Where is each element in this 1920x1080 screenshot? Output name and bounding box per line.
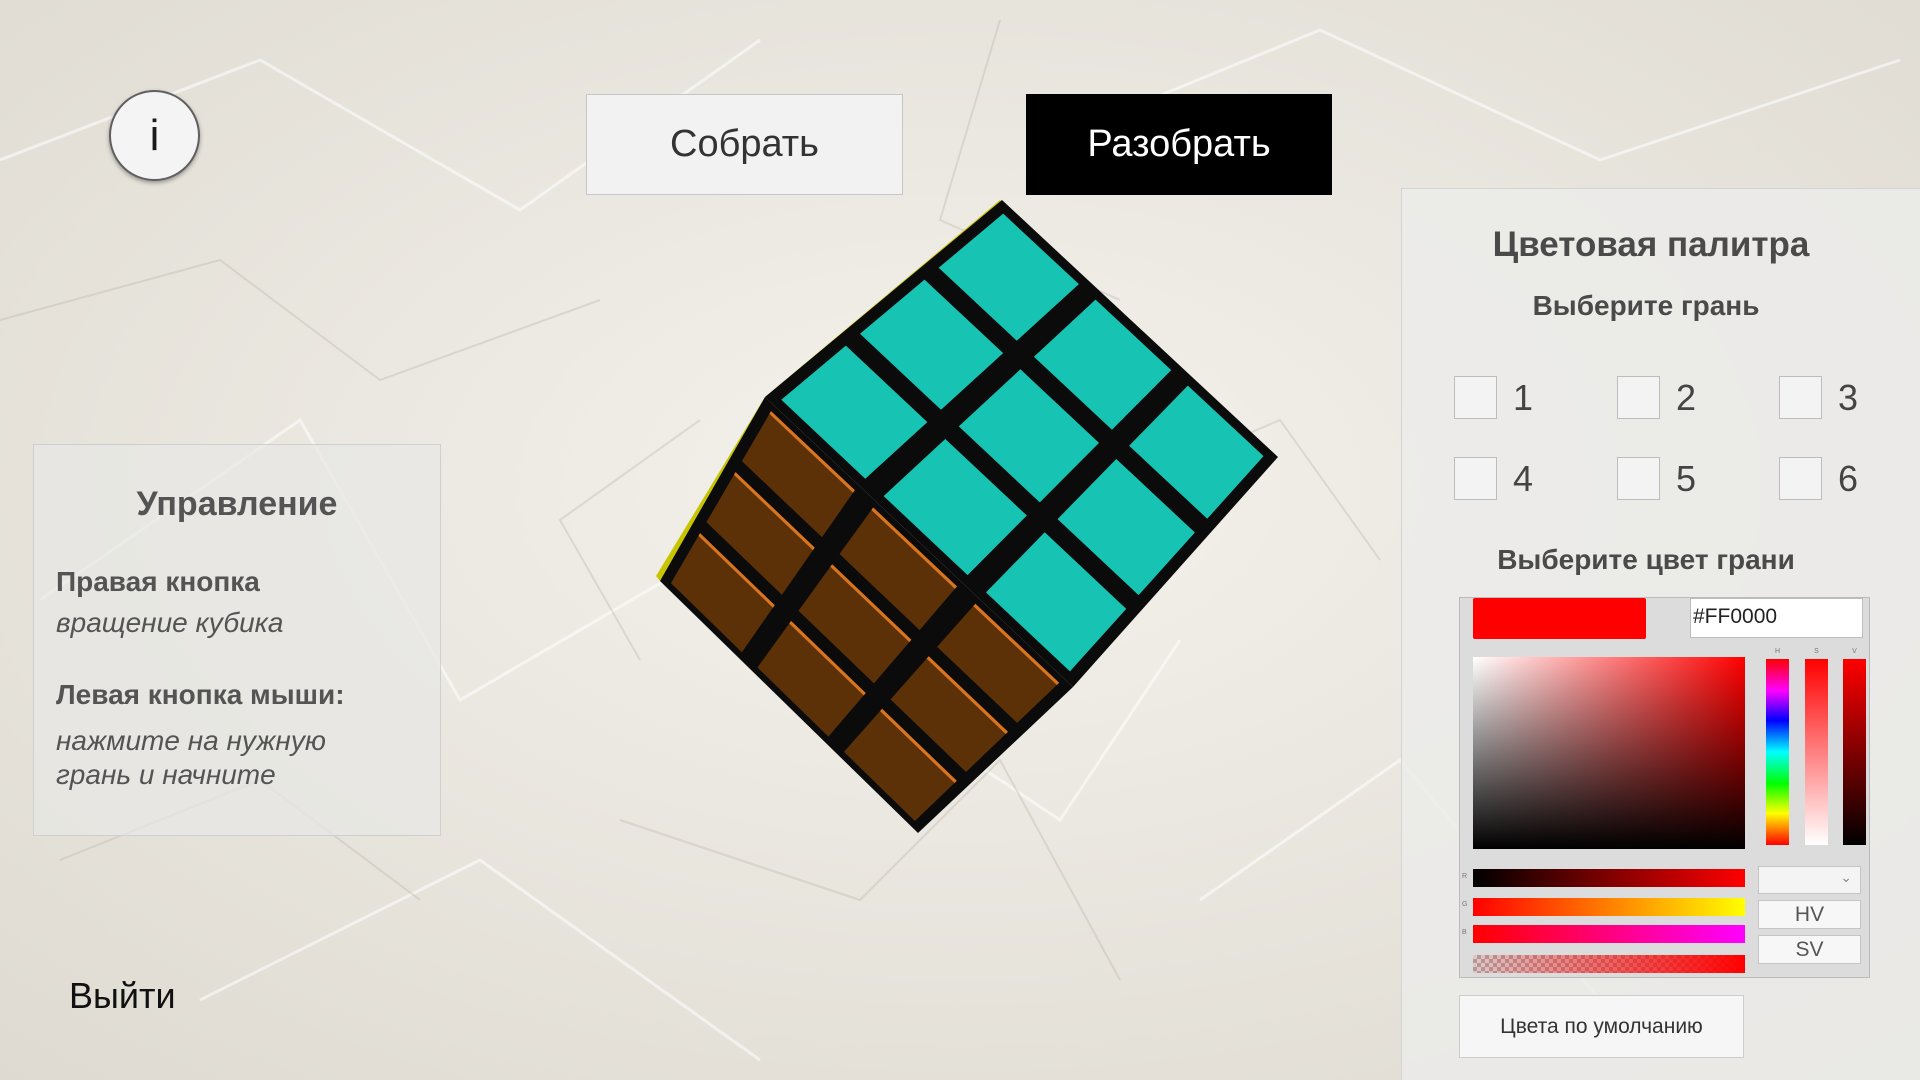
red-bar-label: R — [1462, 873, 1468, 880]
value-slider[interactable] — [1843, 659, 1866, 845]
face-number: 5 — [1676, 457, 1697, 499]
current-color-swatch — [1473, 598, 1646, 639]
hue-bar-label: H — [1774, 648, 1781, 655]
checkbox[interactable] — [1617, 376, 1660, 419]
choose-face-heading: Выберите грань — [1532, 290, 1760, 321]
color-picker: #FF0000 H S V R G B ⌄ HV SV — [1459, 597, 1870, 978]
face-number: 4 — [1513, 457, 1534, 499]
face-number: 3 — [1838, 376, 1859, 418]
alpha-slider[interactable] — [1473, 955, 1745, 973]
checkbox[interactable] — [1779, 457, 1822, 500]
exit-button[interactable]: Выйти — [69, 975, 176, 1017]
left-button-label: Левая кнопка мыши: — [56, 679, 345, 710]
color-mode-dropdown[interactable]: ⌄ — [1758, 866, 1861, 894]
controls-help-panel: Управление Правая кнопка вращение кубика… — [33, 444, 441, 836]
face-number: 2 — [1676, 376, 1697, 418]
controls-title: Управление — [136, 485, 338, 523]
saturation-value-area[interactable] — [1473, 657, 1745, 849]
face-checkbox-2[interactable]: 2 — [1617, 376, 1696, 419]
checkbox[interactable] — [1454, 376, 1497, 419]
value-bar-label: V — [1852, 648, 1857, 655]
face-number: 1 — [1513, 376, 1534, 418]
color-palette-panel: Цветовая палитра Выберите грань 1 2 3 4 … — [1401, 188, 1920, 1080]
choose-color-heading: Выберите цвет грани — [1497, 544, 1795, 575]
face-checkbox-3[interactable]: 3 — [1779, 376, 1858, 419]
right-button-description: вращение кубика — [56, 607, 284, 638]
blue-slider[interactable] — [1473, 925, 1745, 943]
checkbox[interactable] — [1779, 376, 1822, 419]
left-button-description-line1: нажмите на нужную — [56, 725, 326, 756]
green-slider[interactable] — [1473, 898, 1745, 916]
face-checkbox-1[interactable]: 1 — [1454, 376, 1533, 419]
checkbox[interactable] — [1454, 457, 1497, 500]
hue-slider[interactable] — [1766, 659, 1789, 845]
info-button[interactable]: i — [109, 90, 200, 181]
chevron-down-icon: ⌄ — [1840, 869, 1852, 885]
left-button-description-line2: грань и начните — [56, 759, 276, 790]
saturation-slider[interactable] — [1805, 659, 1828, 845]
palette-title: Цветовая палитра — [1492, 225, 1810, 264]
green-bar-label: G — [1462, 901, 1468, 908]
hex-input[interactable]: #FF0000 — [1690, 598, 1863, 638]
right-button-label: Правая кнопка — [56, 566, 260, 597]
red-slider[interactable] — [1473, 869, 1745, 887]
face-checkbox-5[interactable]: 5 — [1617, 457, 1696, 500]
solve-button[interactable]: Собрать — [586, 94, 903, 195]
checkbox[interactable] — [1617, 457, 1660, 500]
saturation-bar-label: S — [1814, 648, 1819, 655]
face-checkbox-4[interactable]: 4 — [1454, 457, 1533, 500]
face-number: 6 — [1838, 457, 1859, 499]
scramble-button[interactable]: Разобрать — [1026, 94, 1332, 195]
hv-mode-button[interactable]: HV — [1758, 900, 1861, 929]
default-colors-button[interactable]: Цвета по умолчанию — [1459, 995, 1744, 1058]
blue-bar-label: B — [1462, 929, 1467, 936]
sv-mode-button[interactable]: SV — [1758, 935, 1861, 964]
face-checkbox-6[interactable]: 6 — [1779, 457, 1858, 500]
